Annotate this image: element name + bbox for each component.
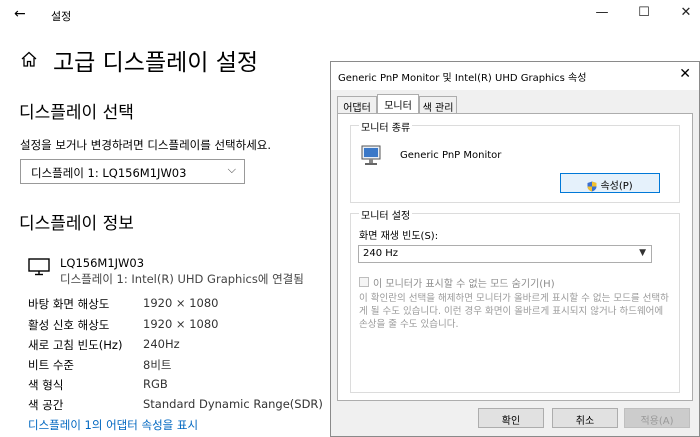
monitor-name: LQ156M1JW03 — [60, 256, 145, 270]
info-row-value: 1920 × 1080 — [143, 317, 219, 331]
select-display-heading: 디스플레이 선택 — [19, 103, 134, 123]
chevron-down-icon: ▼ — [639, 248, 646, 258]
app-title: 설정 — [51, 10, 72, 23]
chevron-down-icon: ⌵ — [227, 163, 236, 176]
monitor-properties-button-label: 속성(P) — [600, 181, 633, 192]
tab-monitor[interactable]: 모니터 — [377, 94, 419, 114]
select-display-description: 설정을 보거나 변경하려면 디스플레이를 선택하세요. — [20, 138, 272, 152]
home-icon[interactable] — [20, 50, 38, 68]
back-arrow-icon[interactable]: ← — [14, 6, 30, 22]
adapter-properties-link[interactable]: 디스플레이 1의 어댑터 속성을 표시 — [28, 417, 198, 433]
info-row-value: 1920 × 1080 — [143, 296, 219, 310]
info-row-label: 색 형식 — [28, 378, 64, 392]
page-title: 고급 디스플레이 설정 — [53, 50, 259, 76]
info-row-label: 새로 고침 빈도(Hz) — [28, 338, 123, 352]
apply-button[interactable]: 적용(A) — [624, 408, 690, 428]
dialog-close-button[interactable]: ✕ — [679, 66, 691, 82]
refresh-rate-label: 화면 재생 빈도(S): — [359, 231, 439, 242]
dialog-title: Generic PnP Monitor 및 Intel(R) UHD Graph… — [338, 73, 587, 84]
display-select-value: 디스플레이 1: LQ156M1JW03 — [31, 166, 187, 180]
info-row-label: 비트 수준 — [28, 358, 74, 372]
info-row-value: 8비트 — [143, 358, 172, 372]
tab-color-management[interactable]: 색 관리 — [419, 96, 457, 114]
monitor-icon — [28, 258, 50, 276]
hide-modes-checkbox[interactable] — [359, 277, 369, 287]
monitor-type-name: Generic PnP Monitor — [400, 150, 502, 161]
monitor-icon — [361, 145, 381, 165]
info-row-label: 활성 신호 해상도 — [28, 318, 110, 332]
hide-modes-label: 이 모니터가 표시할 수 없는 모드 숨기기(H) — [373, 279, 555, 290]
monitor-properties-dialog: Generic PnP Monitor 및 Intel(R) UHD Graph… — [330, 61, 700, 437]
settings-titlebar: ← 설정 — ☐ ✕ — [0, 0, 700, 30]
monitor-properties-button[interactable]: 속성(P) — [560, 173, 660, 193]
display-info-heading: 디스플레이 정보 — [19, 214, 134, 234]
monitor-type-label: 모니터 종류 — [359, 119, 413, 134]
info-row-value: 240Hz — [143, 337, 180, 351]
info-row-label: 색 공간 — [28, 398, 64, 412]
close-button[interactable]: ✕ — [679, 5, 693, 20]
refresh-rate-select[interactable]: 240 Hz ▼ — [358, 245, 652, 263]
info-row-label: 바탕 화면 해상도 — [28, 297, 110, 311]
hide-modes-warning: 이 확인란의 선택을 해제하면 모니터가 올바르게 표시할 수 없는 모드를 선… — [359, 293, 669, 330]
monitor-settings-label: 모니터 설정 — [359, 207, 413, 222]
uac-shield-icon — [587, 181, 597, 191]
minimize-button[interactable]: — — [595, 5, 609, 20]
cancel-button[interactable]: 취소 — [552, 408, 618, 428]
refresh-rate-value: 240 Hz — [363, 248, 399, 259]
info-row-value: RGB — [143, 377, 168, 391]
monitor-connection: 디스플레이 1: Intel(R) UHD Graphics에 연결됨 — [60, 272, 304, 286]
dialog-titlebar: Generic PnP Monitor 및 Intel(R) UHD Graph… — [331, 62, 699, 90]
ok-button[interactable]: 확인 — [478, 408, 544, 428]
info-row-value: Standard Dynamic Range(SDR) — [143, 397, 323, 411]
tab-adapter[interactable]: 어댑터 — [337, 96, 377, 114]
maximize-button[interactable]: ☐ — [637, 5, 651, 20]
display-select[interactable]: 디스플레이 1: LQ156M1JW03 ⌵ — [20, 159, 245, 184]
